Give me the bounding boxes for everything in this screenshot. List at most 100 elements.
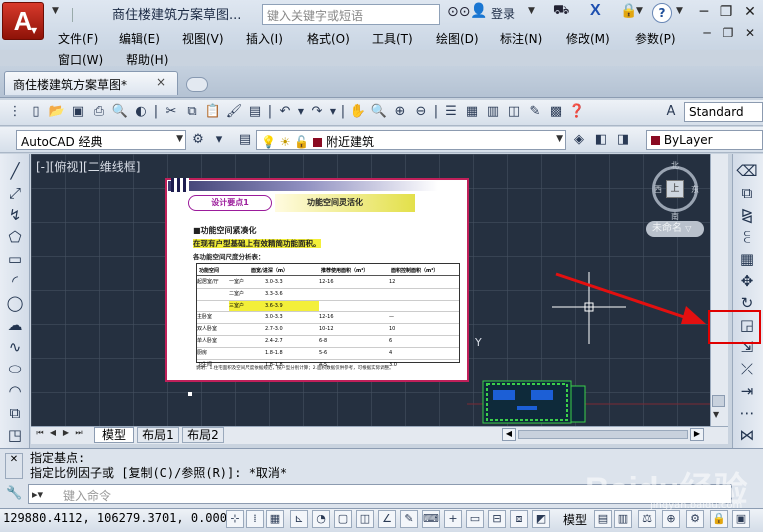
array-icon[interactable]: ▦ [736,248,758,270]
dynamic-ucs-icon[interactable]: ✎ [400,510,418,528]
viewcube-west[interactable]: 西 [654,184,662,195]
exchange-apps-icon[interactable]: X [590,2,601,20]
restore-icon[interactable]: ❐ [715,4,737,22]
help-toolbar-icon[interactable]: ❓ [568,103,586,121]
match-properties-icon[interactable]: 🖌 [225,103,243,121]
login-link[interactable]: 登录 [491,5,515,22]
named-view-select[interactable]: 未命名 ▽ [646,221,704,237]
undo-dropdown-icon[interactable]: ▼ [297,103,305,121]
command-close-icon[interactable]: ✕ [5,453,23,479]
zoom-window-icon[interactable]: ⊕ [391,103,409,121]
extend-icon[interactable]: ⇥ [736,380,758,402]
viewcube-east[interactable]: 东 [691,184,699,195]
quick-access-toolbar-menu[interactable]: ▼ [52,6,59,16]
3d-object-snap-icon[interactable]: ◫ [356,510,374,528]
menu-edit[interactable]: 编辑(E) [119,30,160,47]
layer-state-icon[interactable]: ◨ [614,131,632,149]
move-icon[interactable]: ✥ [736,270,758,292]
object-snap-icon[interactable]: ▢ [334,510,352,528]
viewcube-north[interactable]: 北 [671,160,679,171]
copy-object-icon[interactable]: ⧉ [736,182,758,204]
minimize-icon[interactable]: ─ [693,4,715,22]
properties-icon[interactable]: ☰ [442,103,460,121]
scroll-right-icon[interactable]: ▶ [690,428,704,441]
join-icon[interactable]: ⋈ [736,424,758,446]
horizontal-scroll-thumb[interactable] [518,430,688,439]
transparency-icon[interactable]: ▭ [466,510,484,528]
annotation-visibility-icon[interactable]: ⊕ [662,510,680,528]
make-block-icon[interactable]: ◳ [4,424,26,446]
redo-dropdown-icon[interactable]: ▼ [329,103,337,121]
circle-icon[interactable]: ◯ [4,292,26,314]
toolbar-lock-icon[interactable]: 🔒 [710,510,728,528]
close-icon[interactable]: ✕ [739,4,761,22]
wrench-icon[interactable]: 🔧 [6,486,22,501]
new-tab-button[interactable] [186,77,208,92]
search-input[interactable]: 键入关键字或短语 [262,4,440,25]
lineweight-icon[interactable]: + [444,510,462,528]
layer-properties-icon[interactable]: ▤ [236,131,254,149]
workspace-settings-icon[interactable]: ⚙ [189,131,207,149]
polar-tracking-icon[interactable]: ◔ [312,510,330,528]
print-icon[interactable]: ⎙ [90,103,108,121]
menu-view[interactable]: 视图(V) [182,30,224,47]
redo-icon[interactable]: ↷ [308,103,326,121]
menu-file[interactable]: 文件(F) [58,30,98,47]
line-icon[interactable]: ╱ [4,160,26,182]
sheet-set-icon[interactable]: ◫ [505,103,523,121]
help-dropdown-icon[interactable]: ▼ [676,6,683,16]
construction-line-icon[interactable]: ⤢ [4,182,26,204]
design-center-icon[interactable]: ▦ [463,103,481,121]
paste-icon[interactable]: 📋 [204,103,222,121]
selection-cycling-icon[interactable]: ⧈ [510,510,528,528]
scroll-down-icon[interactable]: ▼ [713,410,719,419]
text-style-select[interactable]: Standard [684,102,763,122]
markup-icon[interactable]: ✎ [526,103,544,121]
file-tab[interactable]: 商住楼建筑方案草图* [4,71,178,95]
zoom-previous-icon[interactable]: ⊖ [412,103,430,121]
arc-icon[interactable]: ◜ [4,270,26,292]
new-file-icon[interactable]: ▯ [27,103,45,121]
infer-constraints-icon[interactable]: ⊹ [226,510,244,528]
scroll-left-icon[interactable]: ◀ [502,428,516,441]
menu-parametric[interactable]: 参数(P) [635,30,676,47]
zoom-realtime-icon[interactable]: 🔍 [370,103,388,121]
tab-layout2[interactable]: 布局2 [182,427,224,443]
print-preview-icon[interactable]: 🔍 [111,103,129,121]
menu-format[interactable]: 格式(O) [307,30,350,47]
tab-model[interactable]: 模型 [94,427,134,443]
ortho-mode-icon[interactable]: ⊾ [290,510,308,528]
viewcube-top-face[interactable]: 上 [666,180,684,198]
quick-properties-icon[interactable]: ⊟ [488,510,506,528]
help-icon[interactable]: ? [652,3,672,23]
grip-handle[interactable]: ⋮ [6,103,24,121]
quickcalc-icon[interactable]: ▩ [547,103,565,121]
login-dropdown-icon[interactable]: ▼ [528,6,535,16]
workspace-select[interactable]: AutoCAD 经典 ▼ [16,130,186,150]
menu-insert[interactable]: 插入(I) [246,30,283,47]
menu-tools[interactable]: 工具(T) [372,30,413,47]
quick-view-drawings-icon[interactable]: ▥ [614,510,632,528]
dynamic-input-icon[interactable]: ⌨ [422,510,440,528]
tab-layout1[interactable]: 布局1 [137,427,179,443]
offset-icon[interactable]: ⫕ [736,226,758,248]
last-tab-icon[interactable]: ⏭ [73,428,85,438]
insert-block-icon[interactable]: ⧉ [4,402,26,424]
prev-tab-icon[interactable]: ◀ [47,428,59,438]
menu-dimension[interactable]: 标注(N) [500,30,542,47]
block-editor-icon[interactable]: ▤ [246,103,264,121]
open-folder-icon[interactable]: 📂 [48,103,66,121]
rectangle-icon[interactable]: ▭ [4,248,26,270]
workspace-switching-icon[interactable]: ⚙ [686,510,704,528]
publish-icon[interactable]: ◐ [132,103,150,121]
vertical-scroll-thumb[interactable] [712,395,725,407]
make-current-layer-icon[interactable]: ◈ [570,131,588,149]
ellipse-arc-icon[interactable]: ◠ [4,380,26,402]
menu-modify[interactable]: 修改(M) [566,30,610,47]
break-icon[interactable]: ⋯ [736,402,758,424]
save-icon[interactable]: ▣ [69,103,87,121]
annotation-monitor-icon[interactable]: ◩ [532,510,550,528]
mirror-icon[interactable]: ⧎ [736,204,758,226]
cut-icon[interactable]: ✂ [162,103,180,121]
next-tab-icon[interactable]: ▶ [60,428,72,438]
